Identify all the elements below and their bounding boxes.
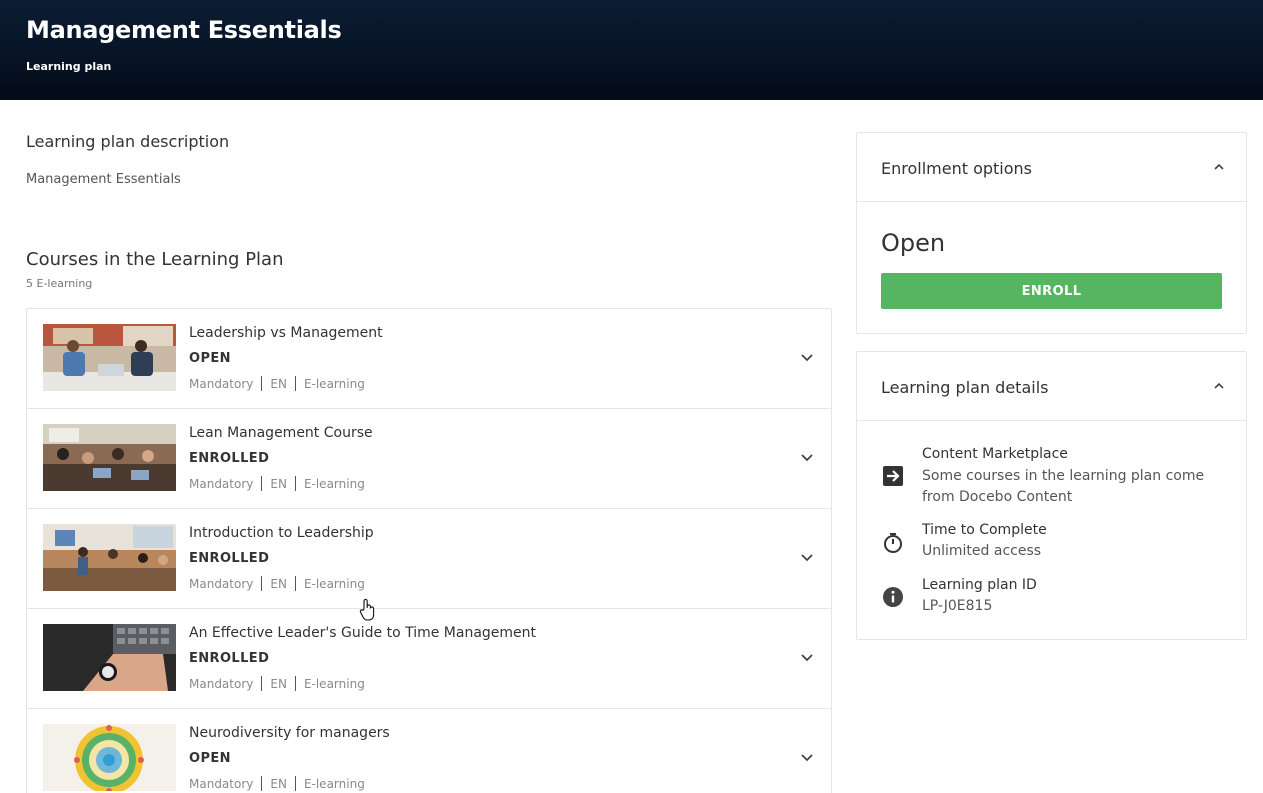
page-header: Management Essentials Learning plan	[0, 0, 1263, 100]
course-row[interactable]: An Effective Leader's Guide to Time Mana…	[27, 609, 831, 709]
chevron-up-icon[interactable]	[1212, 379, 1226, 393]
course-mandatory: Mandatory	[189, 576, 254, 591]
course-language: EN	[270, 576, 287, 591]
description-text: Management Essentials	[26, 172, 181, 187]
time-to-complete-label: Time to Complete	[922, 522, 1047, 538]
course-thumbnail[interactable]	[43, 424, 176, 491]
enrollment-options-card: Enrollment options Open ENROLL	[856, 132, 1247, 334]
hand-cursor-icon	[359, 598, 375, 621]
meta-divider	[294, 576, 296, 591]
course-title[interactable]: Neurodiversity for managers	[189, 725, 390, 741]
course-title[interactable]: Lean Management Course	[189, 425, 373, 441]
description-heading: Learning plan description	[26, 132, 230, 151]
meta-divider	[261, 576, 263, 591]
content-marketplace-value: Some courses in the learning plan come f…	[922, 468, 1205, 505]
course-type: E-learning	[303, 676, 365, 691]
time-to-complete-detail: Time to Complete Unlimited access	[881, 522, 1231, 566]
page-title: Management Essentials	[26, 16, 342, 44]
course-thumbnail[interactable]	[43, 724, 176, 791]
learning-plan-id-detail: Learning plan ID LP-J0E815	[881, 577, 1231, 621]
course-row[interactable]: Leadership vs Management OPEN Mandatory …	[27, 309, 831, 409]
content-marketplace-detail: Content Marketplace Some courses in the …	[881, 446, 1231, 506]
chevron-down-icon[interactable]	[799, 549, 815, 565]
course-title[interactable]: Introduction to Leadership	[189, 525, 374, 541]
course-title[interactable]: Leadership vs Management	[189, 325, 383, 341]
arrow-into-box-icon	[883, 466, 903, 486]
course-type: E-learning	[303, 476, 365, 491]
course-mandatory: Mandatory	[189, 376, 254, 391]
learning-plan-details-card: Learning plan details Content Marketplac…	[856, 351, 1247, 640]
course-meta: Mandatory EN E-learning	[189, 476, 365, 491]
course-status: OPEN	[189, 351, 231, 366]
course-language: EN	[270, 376, 287, 391]
course-status: ENROLLED	[189, 451, 270, 466]
meta-divider	[294, 476, 296, 491]
course-mandatory: Mandatory	[189, 476, 254, 491]
enrollment-state: Open	[881, 229, 946, 257]
meta-divider	[261, 776, 263, 791]
meta-divider	[261, 376, 263, 391]
course-thumbnail[interactable]	[43, 524, 176, 591]
meta-divider	[294, 776, 296, 791]
course-list: Leadership vs Management OPEN Mandatory …	[26, 308, 832, 793]
meta-divider	[294, 376, 296, 391]
course-language: EN	[270, 476, 287, 491]
course-mandatory: Mandatory	[189, 676, 254, 691]
course-mandatory: Mandatory	[189, 776, 254, 791]
page-subtitle: Learning plan	[26, 60, 112, 73]
chevron-up-icon[interactable]	[1212, 160, 1226, 174]
course-meta: Mandatory EN E-learning	[189, 376, 365, 391]
course-row[interactable]: Neurodiversity for managers OPEN Mandato…	[27, 709, 831, 793]
course-thumbnail[interactable]	[43, 624, 176, 691]
enrollment-options-title: Enrollment options	[881, 159, 1033, 178]
course-meta: Mandatory EN E-learning	[189, 776, 365, 791]
chevron-down-icon[interactable]	[799, 649, 815, 665]
course-type: E-learning	[303, 376, 365, 391]
learning-plan-id-label: Learning plan ID	[922, 577, 1037, 593]
course-status: ENROLLED	[189, 551, 270, 566]
course-language: EN	[270, 776, 287, 791]
learning-plan-id-value: LP-J0E815	[922, 598, 993, 614]
course-meta: Mandatory EN E-learning	[189, 676, 365, 691]
course-row[interactable]: Lean Management Course ENROLLED Mandator…	[27, 409, 831, 509]
course-type: E-learning	[303, 776, 365, 791]
meta-divider	[294, 676, 296, 691]
enrollment-options-header[interactable]: Enrollment options	[857, 133, 1246, 202]
courses-count: 5 E-learning	[26, 277, 93, 290]
meta-divider	[261, 476, 263, 491]
courses-heading: Courses in the Learning Plan	[26, 249, 284, 270]
course-status: OPEN	[189, 751, 231, 766]
course-title[interactable]: An Effective Leader's Guide to Time Mana…	[189, 625, 536, 641]
course-meta: Mandatory EN E-learning	[189, 576, 365, 591]
enroll-button[interactable]: ENROLL	[881, 273, 1222, 309]
info-icon	[883, 587, 903, 607]
chevron-down-icon[interactable]	[799, 749, 815, 765]
learning-plan-details-header[interactable]: Learning plan details	[857, 352, 1246, 421]
meta-divider	[261, 676, 263, 691]
course-language: EN	[270, 676, 287, 691]
content-marketplace-label: Content Marketplace	[922, 446, 1068, 462]
stopwatch-icon	[884, 533, 902, 553]
chevron-down-icon[interactable]	[799, 449, 815, 465]
learning-plan-details-title: Learning plan details	[881, 378, 1049, 397]
time-to-complete-value: Unlimited access	[922, 543, 1042, 559]
course-row[interactable]: Introduction to Leadership ENROLLED Mand…	[27, 509, 831, 609]
course-thumbnail[interactable]	[43, 324, 176, 391]
chevron-down-icon[interactable]	[799, 349, 815, 365]
course-status: ENROLLED	[189, 651, 270, 666]
course-type: E-learning	[303, 576, 365, 591]
